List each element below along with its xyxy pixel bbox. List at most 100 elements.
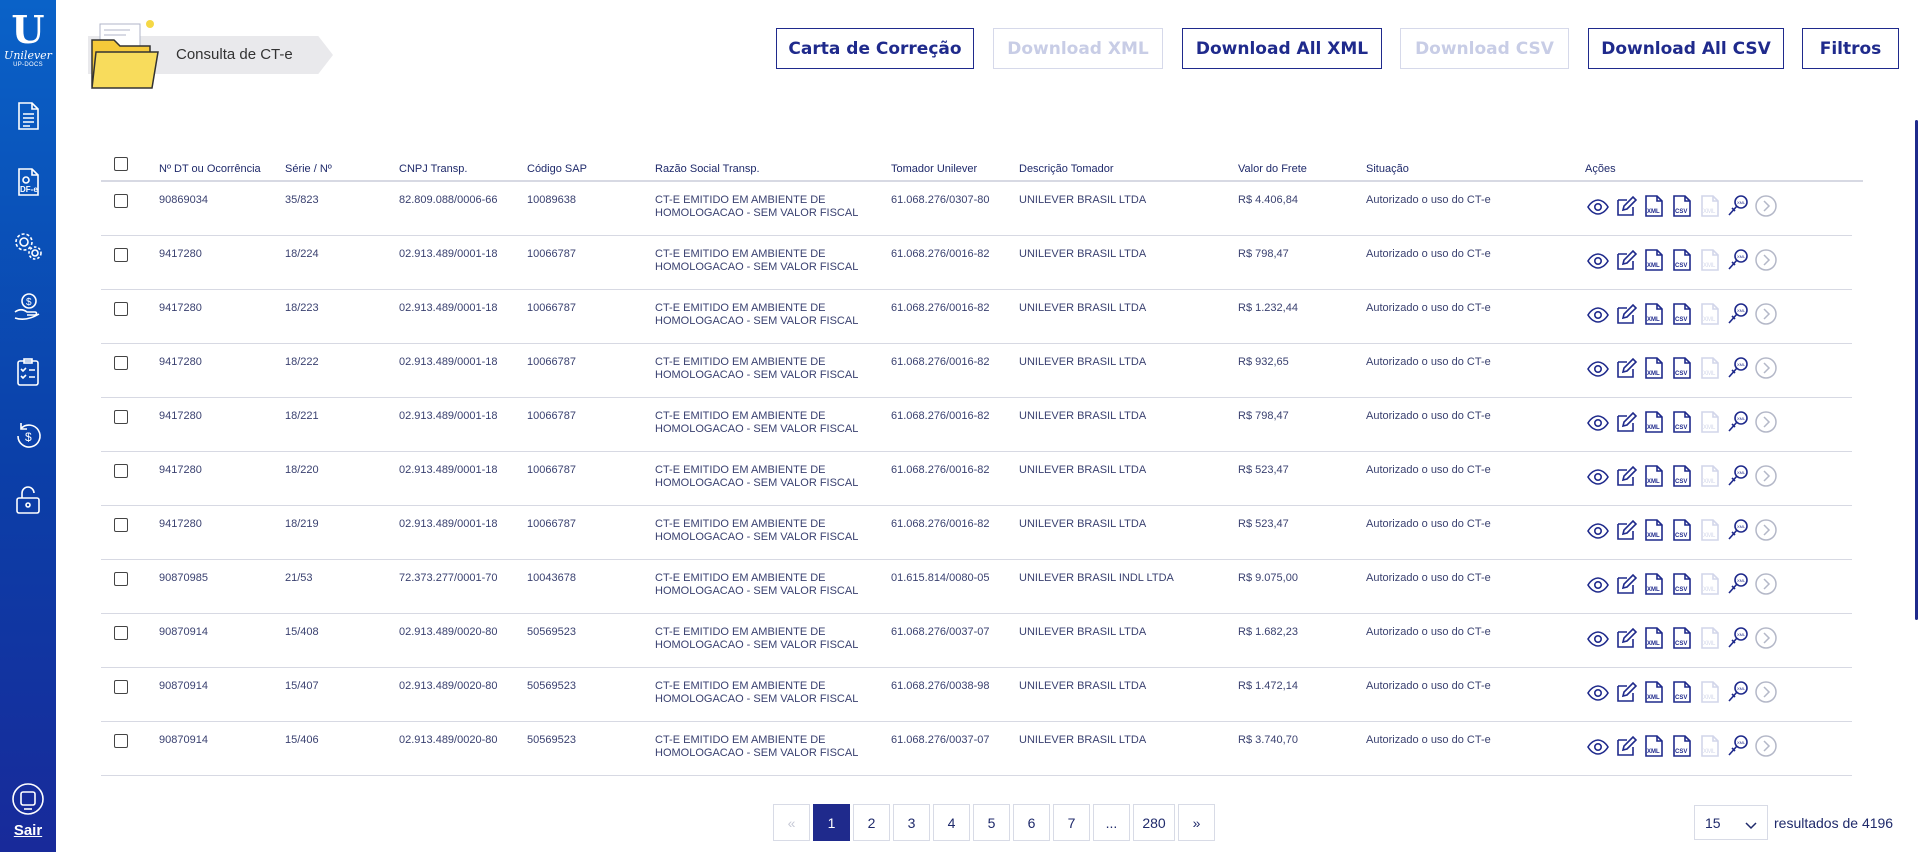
row-checkbox[interactable] xyxy=(114,626,128,640)
search-xml-icon[interactable]: XML xyxy=(1726,572,1750,596)
xml-file-icon[interactable]: XML xyxy=(1642,248,1666,272)
chevron-right-circle-icon[interactable] xyxy=(1754,410,1778,434)
edit-icon[interactable] xyxy=(1614,410,1638,434)
search-xml-icon[interactable]: XML xyxy=(1726,356,1750,380)
page-size-select[interactable]: 15 xyxy=(1694,805,1768,840)
search-xml-icon[interactable]: XML xyxy=(1726,194,1750,218)
vertical-scrollbar[interactable] xyxy=(1915,120,1918,620)
unlock-icon[interactable] xyxy=(12,484,44,516)
view-eye-icon[interactable] xyxy=(1586,194,1610,218)
row-checkbox[interactable] xyxy=(114,410,128,424)
xml-file-icon[interactable]: XML xyxy=(1642,518,1666,542)
search-xml-icon[interactable]: XML xyxy=(1726,626,1750,650)
page-4[interactable]: 4 xyxy=(933,804,970,841)
view-eye-icon[interactable] xyxy=(1586,626,1610,650)
page-6[interactable]: 6 xyxy=(1013,804,1050,841)
csv-file-icon[interactable]: CSV xyxy=(1670,572,1694,596)
row-checkbox[interactable] xyxy=(114,356,128,370)
csv-file-icon[interactable]: CSV xyxy=(1670,518,1694,542)
chevron-right-circle-icon[interactable] xyxy=(1754,734,1778,758)
xml-disabled-icon[interactable]: XML xyxy=(1698,356,1722,380)
page-5[interactable]: 5 xyxy=(973,804,1010,841)
view-eye-icon[interactable] xyxy=(1586,464,1610,488)
xml-file-icon[interactable]: XML xyxy=(1642,680,1666,704)
search-xml-icon[interactable]: XML xyxy=(1726,518,1750,542)
page-prev[interactable]: « xyxy=(773,804,810,841)
search-xml-icon[interactable]: XML xyxy=(1726,734,1750,758)
page-7[interactable]: 7 xyxy=(1053,804,1090,841)
row-checkbox[interactable] xyxy=(114,194,128,208)
chevron-right-circle-icon[interactable] xyxy=(1754,194,1778,218)
xml-disabled-icon[interactable]: XML xyxy=(1698,410,1722,434)
search-xml-icon[interactable]: XML xyxy=(1726,464,1750,488)
chevron-right-circle-icon[interactable] xyxy=(1754,572,1778,596)
xml-disabled-icon[interactable]: XML xyxy=(1698,518,1722,542)
xml-file-icon[interactable]: XML xyxy=(1642,194,1666,218)
view-eye-icon[interactable] xyxy=(1586,302,1610,326)
search-xml-icon[interactable]: XML xyxy=(1726,302,1750,326)
xml-file-icon[interactable]: XML xyxy=(1642,572,1666,596)
csv-file-icon[interactable]: CSV xyxy=(1670,302,1694,326)
download-xml-button[interactable]: Download XML xyxy=(993,28,1163,69)
csv-file-icon[interactable]: CSV xyxy=(1670,626,1694,650)
xml-disabled-icon[interactable]: XML xyxy=(1698,572,1722,596)
row-checkbox[interactable] xyxy=(114,518,128,532)
document-icon[interactable] xyxy=(12,100,44,132)
xml-disabled-icon[interactable]: XML xyxy=(1698,734,1722,758)
page-3[interactable]: 3 xyxy=(893,804,930,841)
carta-correcao-button[interactable]: Carta de Correção xyxy=(776,28,974,69)
view-eye-icon[interactable] xyxy=(1586,572,1610,596)
edit-icon[interactable] xyxy=(1614,734,1638,758)
edit-icon[interactable] xyxy=(1614,194,1638,218)
exit-link[interactable]: Sair xyxy=(0,822,56,839)
xml-file-icon[interactable]: XML xyxy=(1642,356,1666,380)
xml-disabled-icon[interactable]: XML xyxy=(1698,680,1722,704)
chevron-right-circle-icon[interactable] xyxy=(1754,626,1778,650)
edit-icon[interactable] xyxy=(1614,248,1638,272)
view-eye-icon[interactable] xyxy=(1586,356,1610,380)
xml-file-icon[interactable]: XML xyxy=(1642,734,1666,758)
xml-file-icon[interactable]: XML xyxy=(1642,410,1666,434)
download-csv-button[interactable]: Download CSV xyxy=(1400,28,1569,69)
search-xml-icon[interactable]: XML xyxy=(1726,248,1750,272)
row-checkbox[interactable] xyxy=(114,572,128,586)
row-checkbox[interactable] xyxy=(114,302,128,316)
view-eye-icon[interactable] xyxy=(1586,518,1610,542)
csv-file-icon[interactable]: CSV xyxy=(1670,410,1694,434)
chevron-right-circle-icon[interactable] xyxy=(1754,302,1778,326)
exit-icon[interactable] xyxy=(11,782,45,816)
xml-disabled-icon[interactable]: XML xyxy=(1698,248,1722,272)
row-checkbox[interactable] xyxy=(114,464,128,478)
csv-file-icon[interactable]: CSV xyxy=(1670,356,1694,380)
edit-icon[interactable] xyxy=(1614,626,1638,650)
chevron-right-circle-icon[interactable] xyxy=(1754,464,1778,488)
search-xml-icon[interactable]: XML xyxy=(1726,680,1750,704)
csv-file-icon[interactable]: CSV xyxy=(1670,194,1694,218)
xml-file-icon[interactable]: XML xyxy=(1642,302,1666,326)
money-hand-icon[interactable]: $ xyxy=(12,290,44,322)
view-eye-icon[interactable] xyxy=(1586,410,1610,434)
dfe-document-icon[interactable]: DF-e xyxy=(12,166,44,198)
xml-disabled-icon[interactable]: XML xyxy=(1698,302,1722,326)
download-all-xml-button[interactable]: Download All XML xyxy=(1182,28,1382,69)
xml-file-icon[interactable]: XML xyxy=(1642,464,1666,488)
settings-gears-icon[interactable] xyxy=(12,230,44,262)
chevron-right-circle-icon[interactable] xyxy=(1754,680,1778,704)
edit-icon[interactable] xyxy=(1614,518,1638,542)
csv-file-icon[interactable]: CSV xyxy=(1670,464,1694,488)
csv-file-icon[interactable]: CSV xyxy=(1670,680,1694,704)
edit-icon[interactable] xyxy=(1614,464,1638,488)
view-eye-icon[interactable] xyxy=(1586,734,1610,758)
refund-icon[interactable]: $ xyxy=(12,420,44,452)
edit-icon[interactable] xyxy=(1614,356,1638,380)
edit-icon[interactable] xyxy=(1614,572,1638,596)
view-eye-icon[interactable] xyxy=(1586,248,1610,272)
page-next[interactable]: » xyxy=(1178,804,1215,841)
checklist-icon[interactable] xyxy=(12,356,44,388)
xml-disabled-icon[interactable]: XML xyxy=(1698,464,1722,488)
row-checkbox[interactable] xyxy=(114,680,128,694)
csv-file-icon[interactable]: CSV xyxy=(1670,248,1694,272)
download-all-csv-button[interactable]: Download All CSV xyxy=(1588,28,1784,69)
page-2[interactable]: 2 xyxy=(853,804,890,841)
csv-file-icon[interactable]: CSV xyxy=(1670,734,1694,758)
